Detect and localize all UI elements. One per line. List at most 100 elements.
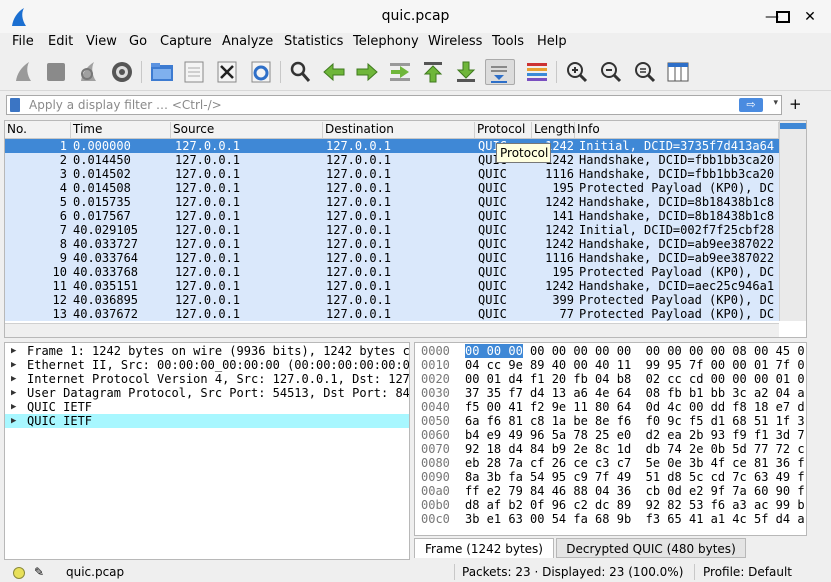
packet-row[interactable]: 13 40.037672 127.0.0.1 127.0.0.1 QUIC 77 Prote… [5, 307, 806, 321]
packet-cell-dst: 127.0.0.1 [326, 307, 392, 321]
hex-row[interactable]: 00b0 d8 af b2 0f 96 c2 dc 89 92 82 53 f6 … [415, 498, 806, 512]
detail-frame[interactable]: ▶ Frame 1: 1242 bytes on wire (9936 bits)… [5, 344, 409, 358]
packet-row[interactable]: 7 40.029105 127.0.0.1 127.0.0.1 QUIC 1242 Init… [5, 223, 806, 237]
maximize-button[interactable] [776, 11, 790, 23]
col-source[interactable]: Source [171, 122, 323, 138]
detail-quic-2[interactable]: ▶ QUIC IETF [5, 414, 409, 428]
capture-options-icon[interactable] [109, 59, 135, 85]
start-capture-icon[interactable] [11, 59, 37, 85]
expand-icon[interactable]: ▶ [11, 358, 16, 372]
packet-list-hscrollbar[interactable] [5, 323, 779, 337]
autoscroll-icon[interactable] [485, 59, 515, 85]
apply-filter-button[interactable]: ⇨ [739, 98, 763, 112]
packet-row[interactable]: 6 0.017567 127.0.0.1 127.0.0.1 QUIC 141 Handsh… [5, 209, 806, 223]
bookmark-icon[interactable] [10, 98, 20, 112]
packet-row[interactable]: 3 0.014502 127.0.0.1 127.0.0.1 QUIC 1116 Hands… [5, 167, 806, 181]
packet-cell-len: 399 [552, 293, 574, 307]
menu-view[interactable]: View [86, 34, 117, 49]
packet-row[interactable]: 10 40.033768 127.0.0.1 127.0.0.1 QUIC 195 Prot… [5, 265, 806, 279]
restart-capture-icon[interactable] [76, 59, 102, 85]
col-length[interactable]: Length [532, 122, 575, 138]
menu-statistics[interactable]: Statistics [284, 34, 343, 49]
status-profile[interactable]: Profile: Default [703, 565, 792, 579]
hex-row[interactable]: 00c0 3b e1 63 00 54 fa 68 9b f3 65 41 a1 … [415, 512, 806, 526]
last-packet-icon[interactable] [453, 59, 479, 85]
packet-cell-dst: 127.0.0.1 [326, 237, 392, 251]
find-packet-icon[interactable] [287, 59, 313, 85]
hex-row[interactable]: 00a0 ff e2 79 84 46 88 04 36 cb 0d e2 9f … [415, 484, 806, 498]
capture-comment-icon[interactable]: ✎ [34, 565, 44, 579]
hex-bytes: d8 af b2 0f 96 c2 dc 89 92 82 53 f6 a3 a… [465, 498, 805, 512]
hex-row[interactable]: 0010 04 cc 9e 89 40 00 40 11 99 95 7f 00 … [415, 358, 806, 372]
hex-row[interactable]: 0030 37 35 f7 d4 13 a6 4e 64 08 fb b1 bb … [415, 386, 806, 400]
stop-capture-icon[interactable] [43, 59, 69, 85]
packet-cell-info: Handshake, DCID=ab9ee387022 [579, 237, 775, 251]
reload-file-icon[interactable] [248, 59, 274, 85]
go-to-packet-icon[interactable] [387, 59, 413, 85]
expand-icon[interactable]: ▶ [11, 386, 16, 400]
packet-row[interactable]: 4 0.014508 127.0.0.1 127.0.0.1 QUIC 195 Protec… [5, 181, 806, 195]
go-back-icon[interactable] [321, 59, 347, 85]
filter-input[interactable]: Apply a display filter … <Ctrl-/> [29, 98, 222, 112]
colorize-icon[interactable] [524, 59, 550, 85]
zoom-out-icon[interactable] [598, 59, 624, 85]
hex-row[interactable]: 0090 8a 3b fa 54 95 c9 7f 49 51 d8 5c cd … [415, 470, 806, 484]
expand-icon[interactable]: ▶ [11, 372, 16, 386]
detail-udp[interactable]: ▶ User Datagram Protocol, Src Port: 54513… [5, 386, 409, 400]
menu-go[interactable]: Go [129, 34, 147, 49]
tab-frame-bytes[interactable]: Frame (1242 bytes) [414, 538, 554, 558]
hex-bytes-rest: 92 18 d4 84 b9 2e 8c 1d db 74 2e 0b 5d 7… [465, 442, 805, 456]
menu-tools[interactable]: Tools [492, 34, 524, 49]
normal-size-icon[interactable] [632, 59, 658, 85]
hex-row[interactable]: 0060 b4 e9 49 96 5a 78 25 e0 d2 ea 2b 93 … [415, 428, 806, 442]
packet-row[interactable]: 9 40.033764 127.0.0.1 127.0.0.1 QUIC 1116 Hand… [5, 251, 806, 265]
menu-telephony[interactable]: Telephony [353, 34, 419, 49]
col-destination[interactable]: Destination [323, 122, 475, 138]
col-info[interactable]: Info [575, 122, 779, 138]
hex-row[interactable]: 0020 00 01 d4 f1 20 fb 04 b8 02 cc cd 00 … [415, 372, 806, 386]
col-time[interactable]: Time [71, 122, 171, 138]
packet-list-scrollbar[interactable] [779, 121, 806, 321]
hex-row[interactable]: 0070 92 18 d4 84 b9 2e 8c 1d db 74 2e 0b … [415, 442, 806, 456]
col-no[interactable]: No. [5, 122, 71, 138]
expand-icon[interactable]: ▶ [11, 414, 16, 428]
go-forward-icon[interactable] [354, 59, 380, 85]
menu-capture[interactable]: Capture [160, 34, 212, 49]
detail-quic-1[interactable]: ▶ QUIC IETF [5, 400, 409, 414]
packet-row[interactable]: 11 40.035151 127.0.0.1 127.0.0.1 QUIC 1242 Han… [5, 279, 806, 293]
zoom-in-icon[interactable] [564, 59, 590, 85]
hex-row[interactable]: 0040 f5 00 41 f2 9e 11 80 64 0d 4c 00 dd … [415, 400, 806, 414]
tab-decrypted-quic[interactable]: Decrypted QUIC (480 bytes) [556, 538, 746, 558]
menu-wireless[interactable]: Wireless [428, 34, 482, 49]
open-file-icon[interactable] [149, 59, 175, 85]
packet-cell-dst: 127.0.0.1 [326, 265, 392, 279]
detail-ethernet[interactable]: ▶ Ethernet II, Src: 00:00:00_00:00:00 (00… [5, 358, 409, 372]
menu-help[interactable]: Help [537, 34, 567, 49]
close-button[interactable]: ✕ [802, 9, 818, 25]
hex-row[interactable]: 0050 6a f6 81 c8 1a be 8e f6 f0 9c f5 d1 … [415, 414, 806, 428]
hex-row[interactable]: 0080 eb 28 7a cf 26 ce c3 c7 5e 0e 3b 4f … [415, 456, 806, 470]
menu-analyze[interactable]: Analyze [222, 34, 273, 49]
packet-row[interactable]: 12 40.036895 127.0.0.1 127.0.0.1 QUIC 399 Prot… [5, 293, 806, 307]
bytes-scrollbar[interactable] [807, 342, 821, 560]
detail-ipv4[interactable]: ▶ Internet Protocol Version 4, Src: 127.0… [5, 372, 409, 386]
save-file-icon[interactable] [181, 59, 207, 85]
expand-icon[interactable]: ▶ [11, 400, 16, 414]
col-protocol[interactable]: Protocol [475, 122, 532, 138]
menu-edit[interactable]: Edit [48, 34, 73, 49]
packet-row[interactable]: 5 0.015735 127.0.0.1 127.0.0.1 QUIC 1242 Hands… [5, 195, 806, 209]
packet-row[interactable]: 8 40.033727 127.0.0.1 127.0.0.1 QUIC 1242 Hand… [5, 237, 806, 251]
expert-info-icon[interactable] [13, 567, 25, 579]
resize-columns-icon[interactable] [665, 59, 691, 85]
packet-row[interactable]: 2 0.014450 127.0.0.1 127.0.0.1 QUIC 1242 Hands… [5, 153, 806, 167]
hex-row[interactable]: 0000 00 00 00 00 00 00 00 00 00 00 00 00 … [415, 344, 806, 358]
add-filter-button[interactable]: + [789, 95, 802, 113]
close-file-icon[interactable] [214, 59, 240, 85]
packet-row[interactable]: 1 0.000000 127.0.0.1 127.0.0.1 QUIC 1242 Initi… [5, 139, 806, 153]
first-packet-icon[interactable] [420, 59, 446, 85]
menu-file[interactable]: File [12, 34, 34, 49]
packet-cell-no: 5 [59, 195, 67, 209]
filter-history-dropdown[interactable]: ▾ [773, 98, 778, 108]
display-filter-bar[interactable]: Apply a display filter … <Ctrl-/> ⇨ ▾ [6, 95, 782, 115]
expand-icon[interactable]: ▶ [11, 344, 16, 358]
